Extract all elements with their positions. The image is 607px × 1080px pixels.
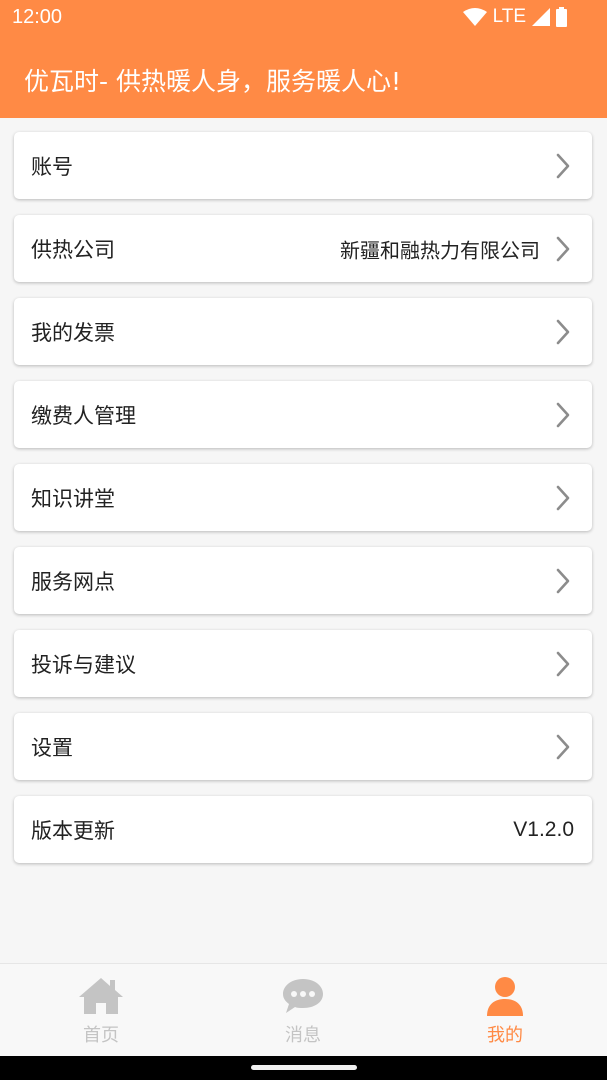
menu-item-my-invoices[interactable]: 我的发票: [14, 298, 592, 365]
menu-item-service-outlets[interactable]: 服务网点: [14, 547, 592, 614]
signal-icon: [532, 8, 550, 26]
tab-label: 我的: [487, 1025, 523, 1046]
tab-messages[interactable]: 消息: [202, 964, 404, 1057]
chevron-right-icon: [556, 485, 570, 510]
menu-item-account[interactable]: 账号: [14, 132, 592, 199]
bottom-nav: 首页 消息 我的: [0, 963, 607, 1057]
menu-item-label: 版本更新: [31, 818, 115, 843]
status-bar: 12:00 LTE: [0, 0, 607, 36]
battery-icon: [556, 7, 567, 27]
menu-item-settings[interactable]: 设置: [14, 713, 592, 780]
settings-menu: 账号 供热公司 新疆和融热力有限公司 我的发票 缴费人管理 知识讲堂 服务网点: [14, 132, 592, 879]
chat-bubble-icon: [283, 979, 323, 1013]
menu-item-label: 知识讲堂: [31, 486, 115, 511]
chevron-right-icon: [556, 402, 570, 427]
version-value: V1.2.0: [513, 817, 574, 841]
chevron-right-icon: [556, 319, 570, 344]
home-gesture-handle[interactable]: [251, 1065, 357, 1070]
menu-item-label: 供热公司: [31, 237, 115, 262]
menu-item-label: 服务网点: [31, 569, 115, 594]
tab-label: 消息: [285, 1025, 321, 1046]
chevron-right-icon: [556, 568, 570, 593]
system-navigation-bar: [0, 1056, 607, 1080]
chevron-right-icon: [556, 651, 570, 676]
app-title: 优瓦时- 供热暖人身，服务暖人心!: [24, 67, 401, 96]
home-icon: [79, 978, 123, 1014]
user-icon: [487, 977, 523, 1016]
menu-item-knowledge-lecture[interactable]: 知识讲堂: [14, 464, 592, 531]
chevron-right-icon: [556, 153, 570, 178]
menu-item-payer-management[interactable]: 缴费人管理: [14, 381, 592, 448]
network-type: LTE: [492, 6, 526, 27]
chevron-right-icon: [556, 734, 570, 759]
menu-item-label: 设置: [31, 735, 73, 760]
menu-item-heating-company[interactable]: 供热公司 新疆和融热力有限公司: [14, 215, 592, 282]
menu-item-label: 账号: [31, 154, 73, 179]
chevron-right-icon: [556, 236, 570, 261]
tab-label: 首页: [83, 1025, 119, 1046]
menu-item-label: 缴费人管理: [31, 403, 136, 428]
status-time: 12:00: [12, 6, 63, 28]
heating-company-value: 新疆和融热力有限公司: [340, 238, 540, 262]
tab-mine[interactable]: 我的: [404, 964, 606, 1057]
menu-item-complaints-suggestions[interactable]: 投诉与建议: [14, 630, 592, 697]
menu-item-label: 我的发票: [31, 320, 115, 345]
app-bar: 12:00 LTE 优瓦时- 供热暖人身，服务暖人心!: [0, 0, 607, 118]
menu-item-label: 投诉与建议: [31, 652, 136, 677]
menu-item-version-update[interactable]: 版本更新 V1.2.0: [14, 796, 592, 863]
tab-home[interactable]: 首页: [0, 964, 202, 1057]
status-icons: LTE: [462, 6, 567, 28]
wifi-icon: [462, 8, 487, 26]
